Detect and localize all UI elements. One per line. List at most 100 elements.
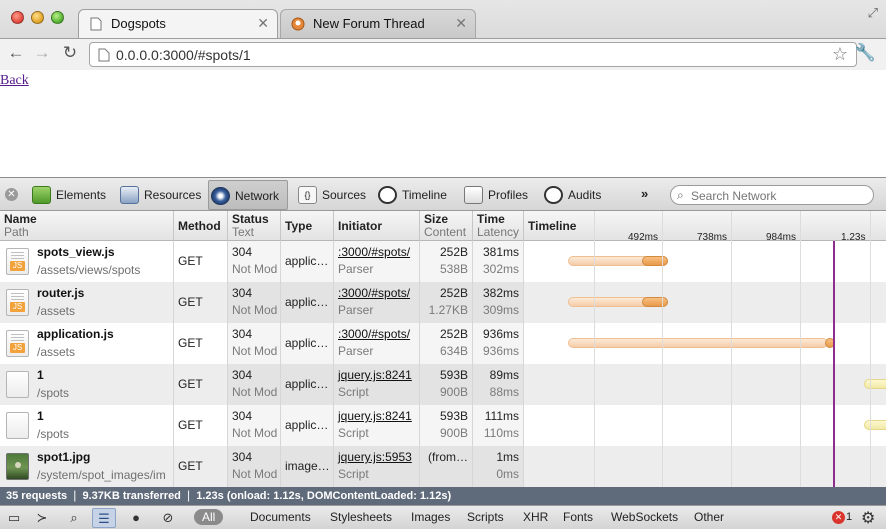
error-count[interactable]: 1	[846, 511, 852, 523]
timeline-wait-bar[interactable]	[864, 379, 886, 389]
resource-name[interactable]: 1	[37, 367, 44, 384]
panel-sources[interactable]: {} Sources	[296, 180, 370, 210]
initiator-link[interactable]: jquery.js:8241	[338, 409, 412, 423]
close-tab-icon[interactable]: ✕	[257, 15, 269, 32]
forward-arrow-icon[interactable]: →	[32, 43, 52, 63]
column-size[interactable]: Size Content	[420, 211, 473, 241]
document-file-icon	[6, 412, 29, 439]
resource-name[interactable]: application.js	[37, 326, 114, 343]
network-search-input[interactable]	[691, 188, 866, 203]
cell-timeline	[524, 446, 886, 487]
close-devtools-icon[interactable]: ✕	[5, 188, 18, 201]
filter-xhr[interactable]: XHR	[523, 510, 548, 524]
reload-icon[interactable]: ↻	[60, 43, 80, 63]
network-search[interactable]: ⌕	[670, 185, 874, 205]
column-name[interactable]: Name Path	[0, 211, 174, 241]
column-initiator[interactable]: Initiator	[334, 211, 420, 241]
column-status[interactable]: Status Text	[228, 211, 281, 241]
filter-fonts[interactable]: Fonts	[563, 510, 593, 524]
close-window-button[interactable]	[11, 11, 24, 24]
zoom-window-button[interactable]	[51, 11, 64, 24]
timeline-gridline	[731, 211, 732, 487]
wrench-icon[interactable]: 🔧	[855, 43, 876, 63]
filter-other[interactable]: Other	[694, 510, 724, 524]
cell-method: GET	[174, 405, 228, 446]
column-type[interactable]: Type	[281, 211, 334, 241]
initiator-link[interactable]: jquery.js:8241	[338, 368, 412, 382]
fullscreen-icon[interactable]: ⤢	[868, 5, 878, 21]
initiator-link[interactable]: jquery.js:5953	[338, 450, 412, 464]
browser-chrome: Dogspots ✕ New Forum Thread ✕ ⤢ ← → ↻ ☆ …	[0, 0, 886, 70]
cell-type: applic…	[281, 282, 334, 323]
cell-time: 1ms 0ms	[473, 446, 524, 487]
filter-images[interactable]: Images	[411, 510, 450, 524]
error-icon[interactable]: ✕	[832, 511, 845, 524]
filter-websockets[interactable]: WebSockets	[611, 510, 678, 524]
table-row[interactable]: 1/spots GET 304 Not Mod applic… jquery.js:824…	[0, 405, 886, 446]
column-method[interactable]: Method	[174, 211, 228, 241]
filter-documents[interactable]: Documents	[250, 510, 311, 524]
back-link[interactable]: Back	[0, 73, 29, 89]
timeline-tick: 738ms	[697, 232, 728, 241]
timeline-tick: 984ms	[766, 232, 797, 241]
resource-name[interactable]: 1	[37, 408, 44, 425]
large-rows-icon[interactable]: ☰	[92, 508, 116, 528]
gear-icon[interactable]: ⚙	[861, 508, 875, 528]
magnifier-icon	[544, 186, 563, 204]
url-input[interactable]	[116, 45, 816, 64]
minimize-window-button[interactable]	[31, 11, 44, 24]
dock-icon[interactable]: ▭	[2, 508, 26, 528]
cell-name: 1/spots	[0, 405, 174, 446]
timeline-receive-bar[interactable]	[641, 297, 668, 307]
cell-time: 89ms 88ms	[473, 364, 524, 405]
clear-icon[interactable]: ⊘	[156, 508, 180, 528]
panel-timeline[interactable]: Timeline	[376, 180, 456, 210]
timeline-wait-bar[interactable]	[864, 420, 886, 430]
close-tab-icon[interactable]: ✕	[455, 15, 467, 32]
cell-type: applic…	[281, 364, 334, 405]
tab-new-forum-thread[interactable]: New Forum Thread ✕	[280, 9, 476, 38]
bookmark-star-icon[interactable]: ☆	[832, 44, 848, 65]
cell-size: (from…	[420, 446, 473, 487]
resource-path: /assets	[37, 345, 76, 359]
js-file-icon	[6, 248, 29, 275]
console-icon[interactable]: ≻	[30, 508, 54, 528]
panel-elements[interactable]: Elements	[30, 180, 110, 210]
timeline-receive-bar[interactable]	[641, 256, 668, 266]
resource-name[interactable]: spots_view.js	[37, 244, 115, 261]
resource-name[interactable]: router.js	[37, 285, 84, 302]
table-row[interactable]: spots_view.js/assets/views/spotsGET304No…	[0, 241, 886, 282]
timeline-wait-bar[interactable]	[568, 338, 828, 348]
cell-size: 252B 538B	[420, 241, 473, 282]
panel-profiles[interactable]: Profiles	[462, 180, 534, 210]
inspect-search-icon[interactable]: ⌕	[62, 508, 86, 528]
column-timeline[interactable]: Timeline 492ms 738ms 984ms 1.23s	[524, 211, 886, 241]
panel-resources[interactable]: Resources	[118, 180, 204, 210]
back-arrow-icon[interactable]: ←	[6, 43, 26, 63]
filter-stylesheets[interactable]: Stylesheets	[330, 510, 392, 524]
cell-time: 111ms 110ms	[473, 405, 524, 446]
filter-all[interactable]: All	[194, 509, 224, 525]
initiator-link[interactable]: :3000/#spots/	[338, 286, 410, 300]
cell-initiator: :3000/#spots/Parser	[334, 282, 420, 323]
table-row[interactable]: router.js/assetsGET304Not Modapplic…:300…	[0, 282, 886, 323]
table-row[interactable]: application.js/assetsGET304Not Modapplic…	[0, 323, 886, 364]
resource-name[interactable]: spot1.jpg	[37, 449, 90, 466]
cell-time: 382ms 309ms	[473, 282, 524, 323]
table-row[interactable]: spot1.jpg/system/spot_images/im GET 304 Not…	[0, 446, 886, 487]
initiator-link[interactable]: :3000/#spots/	[338, 245, 410, 259]
tab-dogspots[interactable]: Dogspots ✕	[78, 9, 278, 38]
cell-name: 1/spots	[0, 364, 174, 405]
panel-audits[interactable]: Audits	[542, 180, 608, 210]
table-row[interactable]: 1/spots GET 304 Not Mod applic… jquery.js:824…	[0, 364, 886, 405]
network-grid: Name Path Method Status Text Type Initia…	[0, 211, 886, 487]
timeline-tick: 1.23s	[841, 232, 866, 241]
initiator-link[interactable]: :3000/#spots/	[338, 327, 410, 341]
filter-scripts[interactable]: Scripts	[467, 510, 504, 524]
panel-network[interactable]: Network	[208, 180, 288, 210]
more-panels-button[interactable]: »	[641, 186, 648, 201]
column-time[interactable]: Time Latency	[473, 211, 524, 241]
address-bar[interactable]: ☆	[89, 42, 857, 67]
cell-type: applic…	[281, 405, 334, 446]
record-icon[interactable]: ●	[124, 508, 148, 528]
